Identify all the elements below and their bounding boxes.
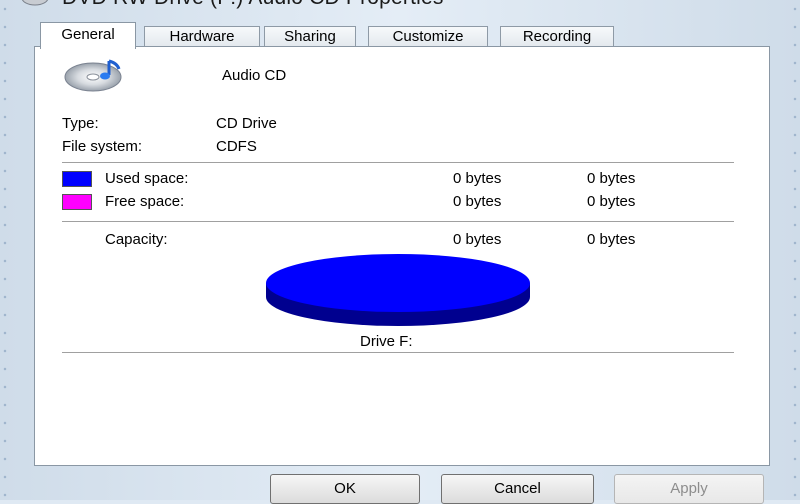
capacity-bytes: 0 bytes: [453, 231, 502, 248]
free-space-swatch: [62, 194, 92, 210]
used-space-swatch: [62, 171, 92, 187]
tab-general[interactable]: General: [40, 22, 136, 49]
capacity-label: Capacity:: [105, 231, 168, 248]
used-space-bytes: 0 bytes: [453, 170, 502, 187]
divider: [62, 221, 734, 222]
drive-label: Drive F:: [360, 333, 413, 350]
divider: [62, 352, 734, 353]
file-system-value: CDFS: [216, 138, 257, 155]
drive-icon: [21, 0, 49, 6]
free-space-label: Free space:: [105, 193, 185, 210]
free-space-size: 0 bytes: [587, 193, 636, 210]
used-space-size: 0 bytes: [587, 170, 636, 187]
disk-usage-pie-chart: [266, 254, 530, 326]
frame-border-left: [0, 0, 10, 500]
divider: [62, 162, 734, 163]
tab-sharing[interactable]: Sharing: [264, 26, 356, 46]
pie-used-slice: [266, 254, 530, 312]
type-value: CD Drive: [216, 115, 277, 132]
tab-customize[interactable]: Customize: [368, 26, 488, 46]
audio-cd-icon: [64, 59, 122, 92]
capacity-size: 0 bytes: [587, 231, 636, 248]
frame-border-right: [790, 0, 800, 500]
title-bar[interactable]: DVD RW Drive (F:) Audio CD Properties: [0, 0, 800, 10]
disc-label: Audio CD: [222, 67, 287, 84]
file-system-label: File system:: [62, 138, 143, 155]
type-label: Type:: [62, 115, 99, 132]
tab-hardware[interactable]: Hardware: [144, 26, 260, 46]
window-title: DVD RW Drive (F:) Audio CD Properties: [62, 0, 444, 10]
general-panel: Audio CD Type: CD Drive File system: CDF…: [34, 46, 770, 466]
free-space-bytes: 0 bytes: [453, 193, 502, 210]
used-space-label: Used space:: [105, 170, 189, 187]
tab-recording[interactable]: Recording: [500, 26, 614, 46]
tab-strip: General Hardware Sharing Customize Recor…: [36, 22, 786, 49]
